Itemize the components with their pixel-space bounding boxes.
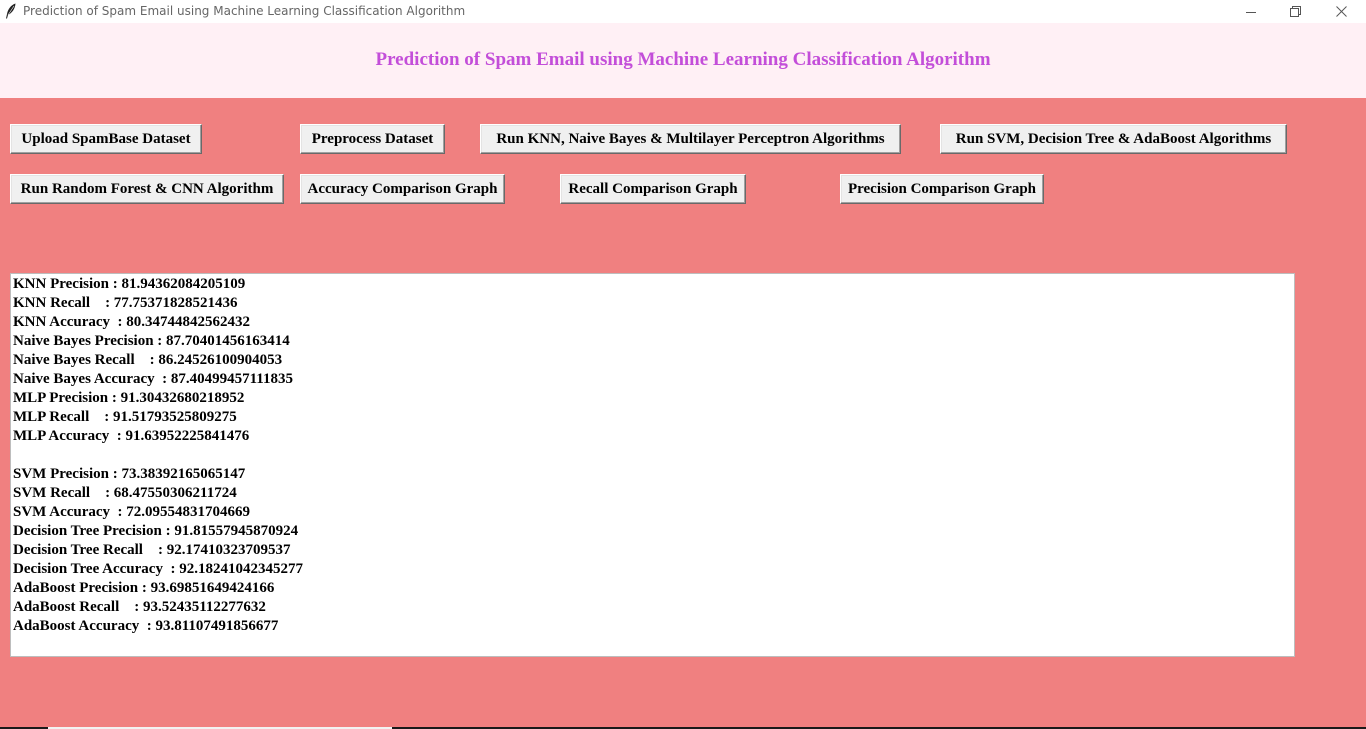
result-line: MLP Recall : 91.51793525809275 [13, 409, 237, 425]
run-random-forest-cnn-button[interactable]: Run Random Forest & CNN Algorithm [10, 174, 284, 204]
result-line: Naive Bayes Accuracy : 87.40499457111835 [13, 371, 293, 387]
feather-icon [6, 3, 16, 19]
result-line: SVM Recall : 68.47550306211724 [13, 485, 237, 501]
result-line: AdaBoost Accuracy : 93.81107491856677 [13, 618, 279, 634]
run-svm-decision-tree-adaboost-button[interactable]: Run SVM, Decision Tree & AdaBoost Algori… [940, 124, 1287, 154]
result-line: KNN Precision : 81.94362084205109 [13, 276, 246, 292]
result-line: KNN Accuracy : 80.34744842562432 [13, 314, 251, 330]
page-title: Prediction of Spam Email using Machine L… [375, 49, 991, 70]
upload-dataset-button[interactable]: Upload SpamBase Dataset [10, 124, 202, 154]
precision-graph-button[interactable]: Precision Comparison Graph [840, 174, 1044, 204]
results-text-area[interactable]: KNN Precision : 81.94362084205109 KNN Re… [10, 273, 1295, 657]
result-line: MLP Precision : 91.30432680218952 [13, 390, 245, 406]
result-line: KNN Recall : 77.75371828521436 [13, 295, 238, 311]
window-title: Prediction of Spam Email using Machine L… [23, 4, 466, 18]
result-line: Decision Tree Precision : 91.81557945870… [13, 523, 299, 539]
accuracy-graph-button[interactable]: Accuracy Comparison Graph [300, 174, 505, 204]
minimize-button[interactable] [1228, 0, 1274, 23]
preprocess-dataset-button[interactable]: Preprocess Dataset [300, 124, 445, 154]
result-line: SVM Precision : 73.38392165065147 [13, 466, 246, 482]
close-icon [1335, 6, 1347, 17]
result-line: Decision Tree Recall : 92.17410323709537 [13, 542, 291, 558]
restore-button[interactable] [1272, 0, 1318, 23]
result-line [13, 446, 1294, 465]
app-header: Prediction of Spam Email using Machine L… [0, 23, 1366, 98]
result-line: MLP Accuracy : 91.63952225841476 [13, 428, 250, 444]
result-line: Naive Bayes Precision : 87.7040145616341… [13, 333, 290, 349]
result-line: Decision Tree Accuracy : 92.182410423452… [13, 561, 303, 577]
result-line: AdaBoost Recall : 93.52435112277632 [13, 599, 266, 615]
run-knn-naive-bayes-mlp-button[interactable]: Run KNN, Naive Bayes & Multilayer Percep… [480, 124, 901, 154]
minimize-icon [1246, 11, 1256, 13]
title-bar: Prediction of Spam Email using Machine L… [0, 0, 1366, 23]
close-button[interactable] [1318, 0, 1364, 23]
result-line: Naive Bayes Recall : 86.24526100904053 [13, 352, 283, 368]
recall-graph-button[interactable]: Recall Comparison Graph [560, 174, 746, 204]
result-line: SVM Accuracy : 72.09554831704669 [13, 504, 251, 520]
restore-icon [1289, 6, 1301, 17]
result-line: AdaBoost Precision : 93.69851649424166 [13, 580, 275, 596]
